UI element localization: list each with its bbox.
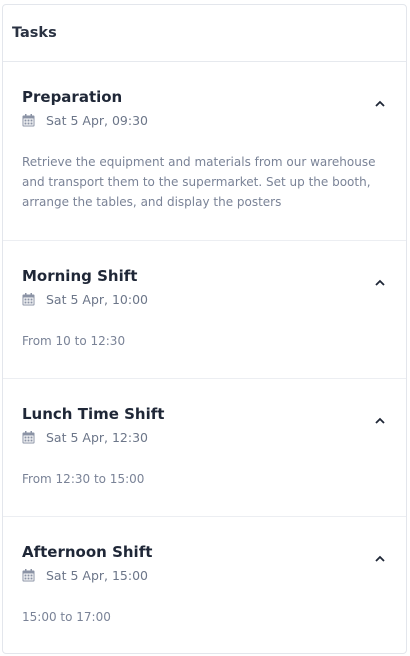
calendar-icon <box>22 113 35 126</box>
chevron-up-icon <box>375 100 385 107</box>
task-title: Afternoon Shift <box>22 543 153 561</box>
task-description: From 10 to 12:30 <box>22 334 126 348</box>
calendar-icon <box>22 292 35 305</box>
chevron-up-icon <box>375 417 385 424</box>
task-item-preparation: Preparation Sat 5 Apr, 09:30 Retrieve th… <box>3 62 406 241</box>
task-date-text: Sat 5 Apr, 09:30 <box>46 112 148 128</box>
chevron-up-icon <box>375 555 385 562</box>
task-item-afternoon-shift: Afternoon Shift Sat 5 Apr, 15:00 15:00 t… <box>3 517 406 653</box>
task-description: From 12:30 to 15:00 <box>22 472 145 486</box>
card-title: Tasks <box>3 5 406 62</box>
task-date-text: Sat 5 Apr, 12:30 <box>46 429 148 445</box>
task-description: Retrieve the equipment and materials fro… <box>22 155 376 209</box>
task-date: Sat 5 Apr, 09:30 <box>22 111 386 129</box>
task-date: Sat 5 Apr, 10:00 <box>22 290 386 308</box>
collapse-toggle[interactable] <box>372 550 388 566</box>
calendar-icon <box>22 430 35 443</box>
chevron-up-icon <box>375 279 385 286</box>
collapse-toggle[interactable] <box>372 95 388 111</box>
task-description: 15:00 to 17:00 <box>22 610 111 624</box>
task-item-morning-shift: Morning Shift Sat 5 Apr, 10:00 From 10 t… <box>3 241 406 379</box>
tasks-card: Tasks Preparation Sat 5 Apr, 09:30 Retri… <box>2 4 407 654</box>
task-date: Sat 5 Apr, 12:30 <box>22 428 386 446</box>
task-item-lunch-time-shift: Lunch Time Shift Sat 5 Apr, 12:30 From 1… <box>3 379 406 517</box>
collapse-toggle[interactable] <box>372 274 388 290</box>
task-date-text: Sat 5 Apr, 10:00 <box>46 291 148 307</box>
task-date: Sat 5 Apr, 15:00 <box>22 566 386 584</box>
task-date-text: Sat 5 Apr, 15:00 <box>46 567 148 583</box>
task-title: Morning Shift <box>22 267 138 285</box>
calendar-icon <box>22 568 35 581</box>
task-title: Preparation <box>22 88 123 106</box>
collapse-toggle[interactable] <box>372 412 388 428</box>
task-title: Lunch Time Shift <box>22 405 165 423</box>
